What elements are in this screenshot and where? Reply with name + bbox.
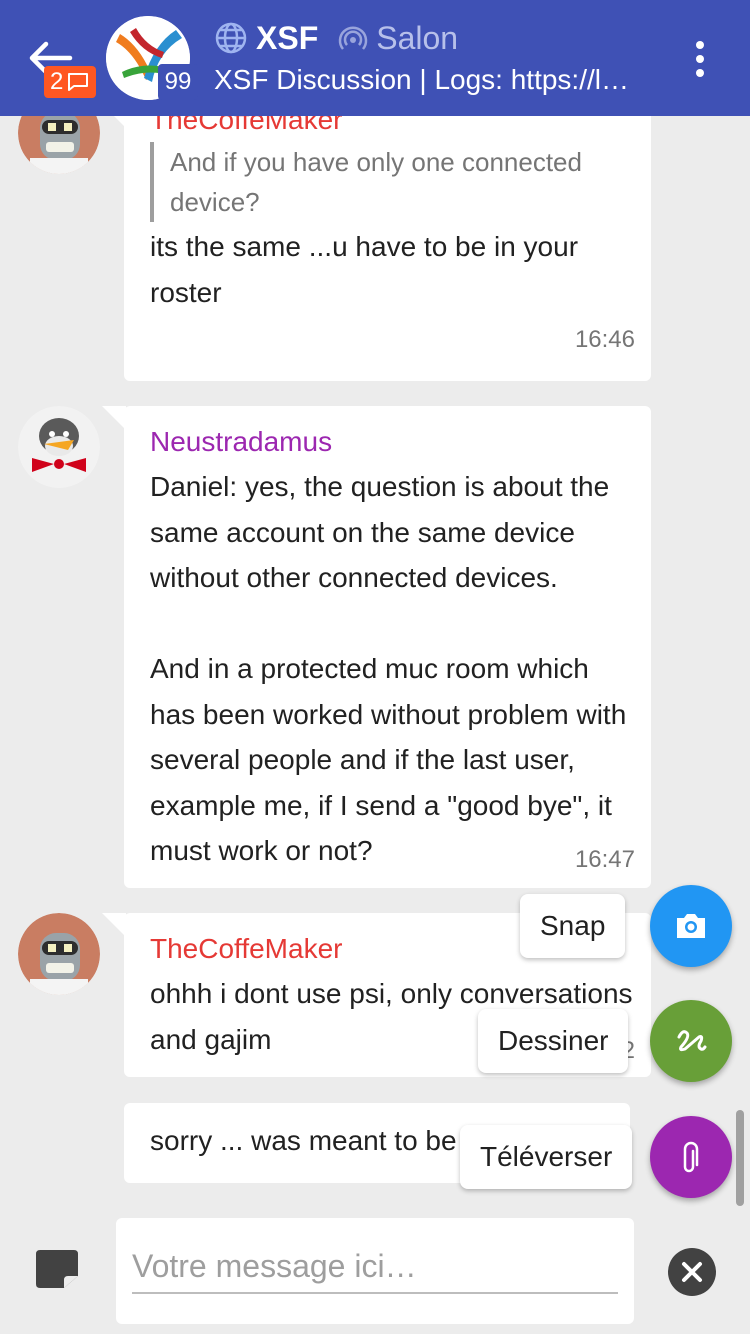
title-row[interactable]: XSF Salon: [214, 18, 458, 58]
snap-button[interactable]: [650, 885, 732, 967]
draw-icon: [677, 1030, 707, 1052]
more-vert-icon: [696, 41, 704, 49]
app: 2 99 XSF Salon XSF Discussion | Logs: ht…: [0, 0, 750, 1334]
avatar[interactable]: [18, 116, 100, 174]
message-sender[interactable]: TheCoffeMaker: [150, 116, 342, 136]
message-list[interactable]: TheCoffeMaker And if you have only one c…: [0, 116, 750, 1200]
message-bubble[interactable]: TheCoffeMaker And if you have only one c…: [102, 116, 651, 381]
unread-count: 2: [50, 68, 64, 95]
paperclip-icon: [683, 1141, 699, 1173]
close-fab-button[interactable]: [668, 1248, 716, 1296]
salon-icon: [338, 26, 368, 50]
globe-icon: [215, 22, 247, 54]
message-input-container: [116, 1218, 634, 1324]
upload-label[interactable]: Téléverser: [460, 1125, 633, 1189]
message-text: its the same ...u have to be in your ros…: [150, 231, 579, 308]
more-menu-button[interactable]: [684, 38, 716, 78]
bender-avatar-icon: [18, 116, 100, 174]
draw-button[interactable]: [650, 1000, 732, 1082]
composer-bar: [0, 1200, 750, 1334]
message-quote: And if you have only one connected devic…: [150, 142, 610, 222]
participant-count: 99: [158, 64, 198, 100]
more-vert-icon: [696, 55, 704, 63]
message-sender[interactable]: Neustradamus: [150, 426, 332, 458]
avatar[interactable]: [18, 406, 100, 488]
camera-icon: [677, 914, 705, 938]
message-input[interactable]: [132, 1240, 618, 1294]
close-icon: [682, 1262, 702, 1282]
scrollbar-thumb[interactable]: [736, 1110, 744, 1206]
more-vert-icon: [696, 69, 704, 77]
toolbar: 2 99 XSF Salon XSF Discussion | Logs: ht…: [0, 0, 750, 116]
bender-avatar-icon: [18, 913, 100, 995]
upload-button[interactable]: [650, 1116, 732, 1198]
message-time: 16:47: [574, 846, 635, 873]
message-bubble[interactable]: Neustradamus Daniel: yes, the question i…: [102, 406, 651, 888]
message-time: 16:46: [574, 326, 635, 353]
draw-label[interactable]: Dessiner: [478, 1009, 629, 1073]
sticky-note-icon[interactable]: [32, 1248, 82, 1290]
unread-badge[interactable]: 2: [44, 66, 96, 98]
message-text: Daniel: yes, the question is about the s…: [150, 471, 627, 866]
room-title: XSF: [256, 19, 319, 56]
message-sender[interactable]: TheCoffeMaker: [150, 933, 342, 965]
avatar[interactable]: [18, 913, 100, 995]
snap-label[interactable]: Snap: [520, 894, 626, 958]
room-type: Salon: [376, 19, 459, 56]
chat-bubble-icon: [68, 73, 89, 91]
penguin-avatar-icon: [18, 406, 100, 488]
room-topic[interactable]: XSF Discussion | Logs: https://lo…: [214, 64, 634, 96]
